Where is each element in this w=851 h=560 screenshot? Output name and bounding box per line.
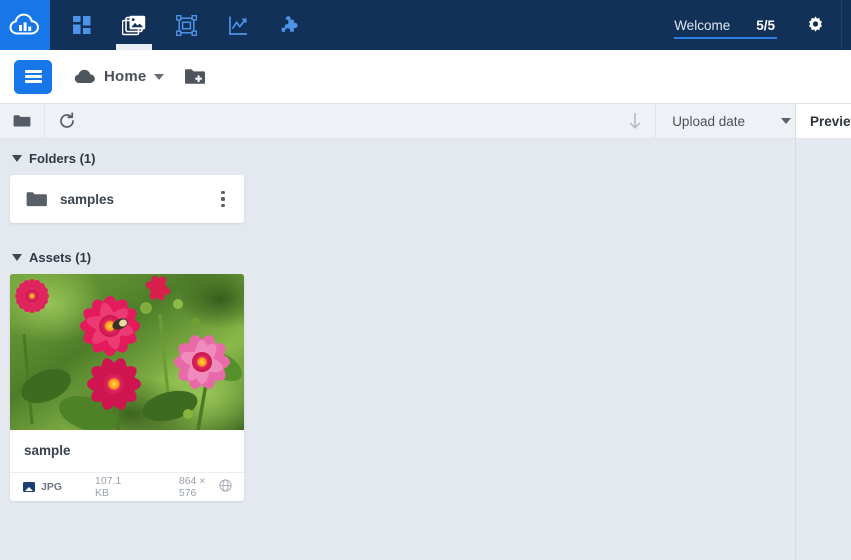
assets-section-header[interactable]: Assets (1): [12, 250, 851, 265]
grid-icon: [73, 16, 91, 34]
folder-name: samples: [60, 191, 115, 207]
welcome-label: Welcome: [674, 17, 731, 33]
folders-section-label: Folders (1): [29, 151, 96, 166]
refresh-button[interactable]: [45, 104, 89, 139]
breadcrumb[interactable]: Home: [74, 68, 165, 85]
puzzle-icon: [281, 15, 297, 32]
cloud-chart-logo-icon: [9, 13, 40, 35]
asset-card-sample[interactable]: sample JPG 107.1 KB 864 × 576: [10, 274, 244, 501]
new-folder-button[interactable]: [180, 62, 210, 92]
chevron-down-icon: [781, 118, 791, 124]
collapse-triangle-icon[interactable]: [12, 254, 22, 261]
preview-panel: Preview: [795, 104, 851, 560]
line-chart-icon: [228, 16, 247, 35]
nav-item-media-library[interactable]: [108, 0, 160, 50]
nav-item-addons[interactable]: [264, 0, 316, 50]
asset-dimensions: 864 × 576: [178, 475, 206, 499]
asset-name: sample: [10, 430, 244, 473]
crop-frame-icon: [175, 14, 197, 36]
sidebar-toggle-button[interactable]: [14, 59, 52, 94]
breadcrumb-home: Home: [104, 68, 147, 85]
folder-icon: [26, 191, 47, 206]
folder-menu-button[interactable]: [214, 187, 232, 211]
settings-button[interactable]: [789, 0, 841, 50]
sort-direction-button[interactable]: [615, 112, 655, 130]
arrow-down-icon: [630, 112, 641, 129]
app-logo[interactable]: [0, 0, 50, 50]
list-toolbar: Upload date: [0, 103, 851, 139]
globe-icon: [219, 479, 232, 492]
folder-plus-icon: [185, 69, 206, 84]
header-edge: [841, 0, 847, 50]
media-library-app: Welcome 5/5 Home Search Media Library Up…: [0, 0, 851, 560]
sort-by-label: Upload date: [672, 113, 745, 129]
preview-header: Preview: [796, 104, 851, 139]
pink-dahlia-flowers-photo: [10, 274, 244, 430]
asset-type-label: JPG: [41, 481, 63, 493]
nav-item-dashboard[interactable]: [56, 0, 108, 50]
gear-icon: [808, 15, 822, 32]
welcome-count: 5/5: [756, 17, 775, 33]
content-area: Folders (1) samples Assets (1) sample JP…: [0, 139, 851, 560]
sort-by-dropdown[interactable]: Upload date: [655, 103, 805, 139]
asset-metadata: JPG 107.1 KB 864 × 576: [10, 473, 244, 501]
asset-status: [219, 479, 232, 495]
header-right: Welcome 5/5: [660, 0, 851, 50]
folders-section-header[interactable]: Folders (1): [12, 151, 851, 166]
chevron-down-icon: [154, 73, 165, 80]
nav-item-analytics[interactable]: [212, 0, 264, 50]
welcome-underline: [674, 36, 777, 39]
folder-icon: [13, 115, 31, 127]
folder-view-button[interactable]: [0, 104, 44, 139]
main-nav: [56, 0, 316, 50]
folder-card-samples[interactable]: samples: [10, 175, 244, 223]
refresh-icon: [60, 112, 74, 128]
photos-icon: [122, 15, 146, 35]
asset-type: JPG: [23, 481, 62, 493]
hamburger-icon: [24, 68, 42, 86]
collapse-triangle-icon[interactable]: [12, 155, 22, 162]
asset-thumbnail[interactable]: [10, 274, 244, 430]
image-file-icon: [23, 482, 35, 492]
asset-size: 107.1 KB: [95, 475, 122, 499]
nav-item-transformations[interactable]: [160, 0, 212, 50]
welcome-tab[interactable]: Welcome 5/5: [660, 0, 789, 50]
preview-title: Preview: [810, 113, 851, 129]
top-header: Welcome 5/5: [0, 0, 851, 50]
assets-section-label: Assets (1): [29, 250, 92, 265]
cloud-icon: [74, 69, 95, 83]
breadcrumb-toolbar: Home All: [0, 50, 851, 144]
